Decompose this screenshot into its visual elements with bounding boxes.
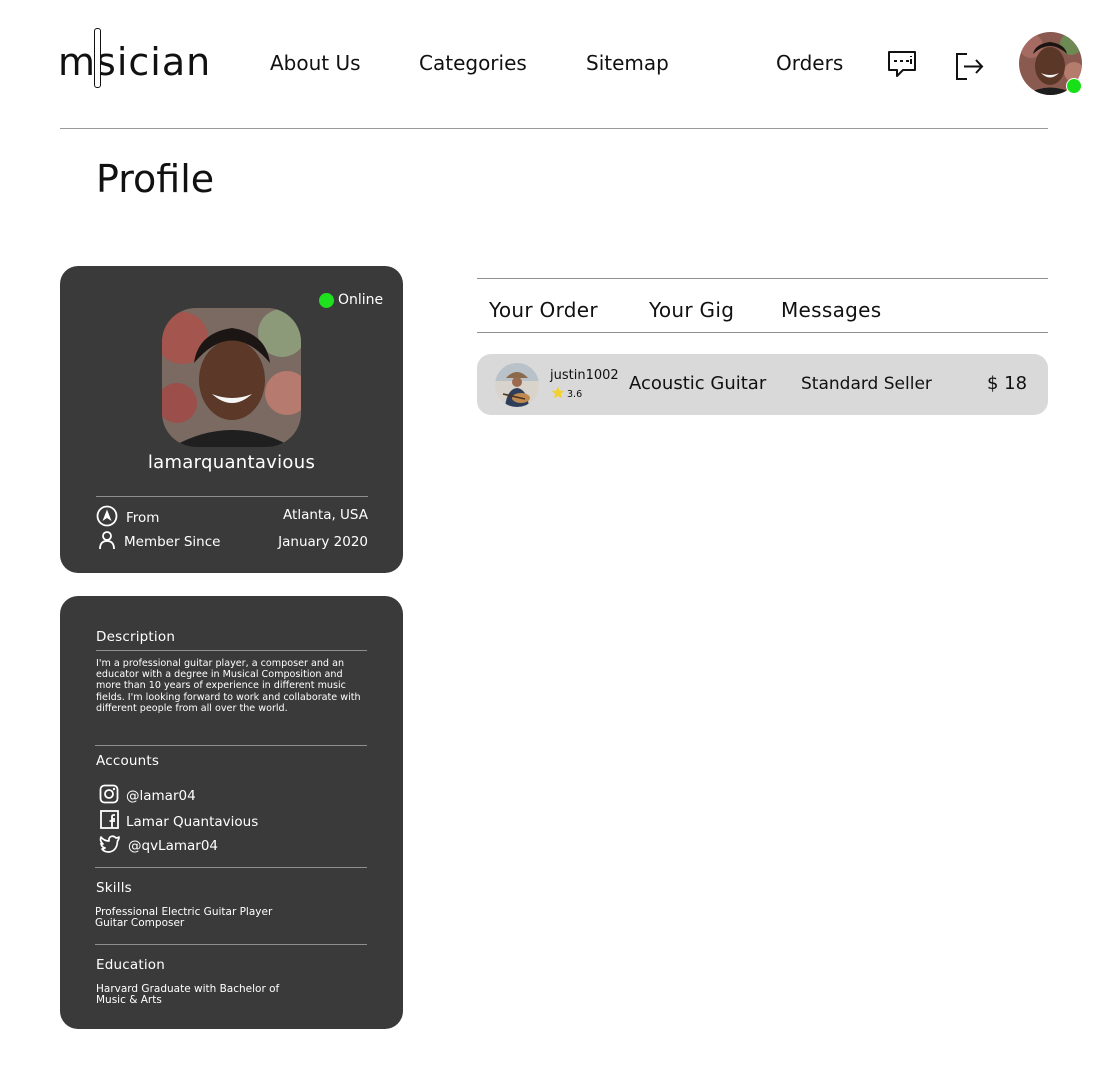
about-card: Description I'm a professional guitar pl… — [60, 596, 403, 1029]
order-price: $ 18 — [987, 373, 1028, 394]
online-label: Online — [338, 292, 384, 308]
chat-icon[interactable] — [885, 48, 919, 82]
nav-about-us[interactable]: About Us — [270, 51, 361, 75]
location-icon — [96, 505, 118, 531]
online-dot — [319, 292, 334, 308]
header-divider — [60, 128, 1048, 129]
order-row[interactable]: justin1002 3.6 Acoustic Guitar Standard … — [477, 354, 1048, 415]
account-facebook[interactable]: Lamar Quantavious — [100, 810, 258, 833]
online-status-dot — [1066, 78, 1082, 94]
logout-icon[interactable] — [953, 50, 987, 84]
profile-divider — [96, 496, 368, 497]
nav-sitemap[interactable]: Sitemap — [586, 51, 669, 75]
skill-item: Guitar Composer — [95, 917, 185, 929]
skills-divider — [95, 867, 367, 868]
seller-avatar — [495, 363, 539, 407]
description-text: I'm a professional guitar player, a comp… — [96, 658, 361, 714]
logo-text: msician — [58, 40, 212, 84]
seller-rating: 3.6 — [551, 386, 582, 402]
site-logo[interactable]: msician — [58, 28, 212, 88]
twitter-icon — [99, 834, 121, 858]
account-twitter[interactable]: @qvLamar04 — [99, 834, 218, 858]
online-status: Online — [319, 292, 383, 308]
facebook-icon — [100, 810, 119, 833]
member-since-row: Member Since — [98, 530, 220, 554]
account-handle: Lamar Quantavious — [126, 813, 259, 830]
account-handle: @qvLamar04 — [128, 838, 219, 854]
profile-username: lamarquantavious — [147, 452, 316, 473]
tab-messages[interactable]: Messages — [781, 297, 881, 323]
person-icon — [98, 530, 116, 554]
education-title: Education — [96, 957, 166, 973]
tabs-top-divider — [477, 278, 1048, 279]
tabs-bottom-divider — [477, 332, 1048, 333]
rating-value: 3.6 — [567, 388, 583, 400]
education-line: Music & Arts — [96, 994, 162, 1006]
accounts-title: Accounts — [96, 753, 160, 769]
from-row: From — [96, 505, 159, 531]
member-since-label: Member Since — [124, 534, 221, 550]
profile-card: Online lamarquantavious From Atlanta, US… — [60, 266, 403, 573]
star-icon — [551, 386, 565, 402]
tab-your-order[interactable]: Your Order — [489, 297, 598, 323]
from-value: Atlanta, USA — [283, 507, 368, 523]
tab-your-gig[interactable]: Your Gig — [649, 297, 734, 323]
order-package: Standard Seller — [801, 374, 932, 394]
description-title: Description — [96, 629, 176, 645]
accounts-divider — [95, 745, 367, 746]
account-instagram[interactable]: @lamar04 — [99, 784, 196, 808]
page-title: Profile — [96, 157, 215, 201]
seller-name[interactable]: justin1002 — [550, 368, 619, 383]
order-gig-title[interactable]: Acoustic Guitar — [629, 372, 766, 396]
description-divider — [96, 650, 367, 651]
logo-guitar-neck-mark — [94, 28, 101, 88]
account-handle: @lamar04 — [126, 788, 196, 804]
nav-orders[interactable]: Orders — [776, 51, 843, 75]
instagram-icon — [99, 784, 119, 808]
nav-categories[interactable]: Categories — [419, 51, 527, 75]
profile-photo — [162, 308, 301, 447]
member-since-value: January 2020 — [278, 534, 368, 550]
education-divider — [95, 944, 367, 945]
from-label: From — [126, 510, 160, 526]
skills-title: Skills — [96, 880, 132, 896]
